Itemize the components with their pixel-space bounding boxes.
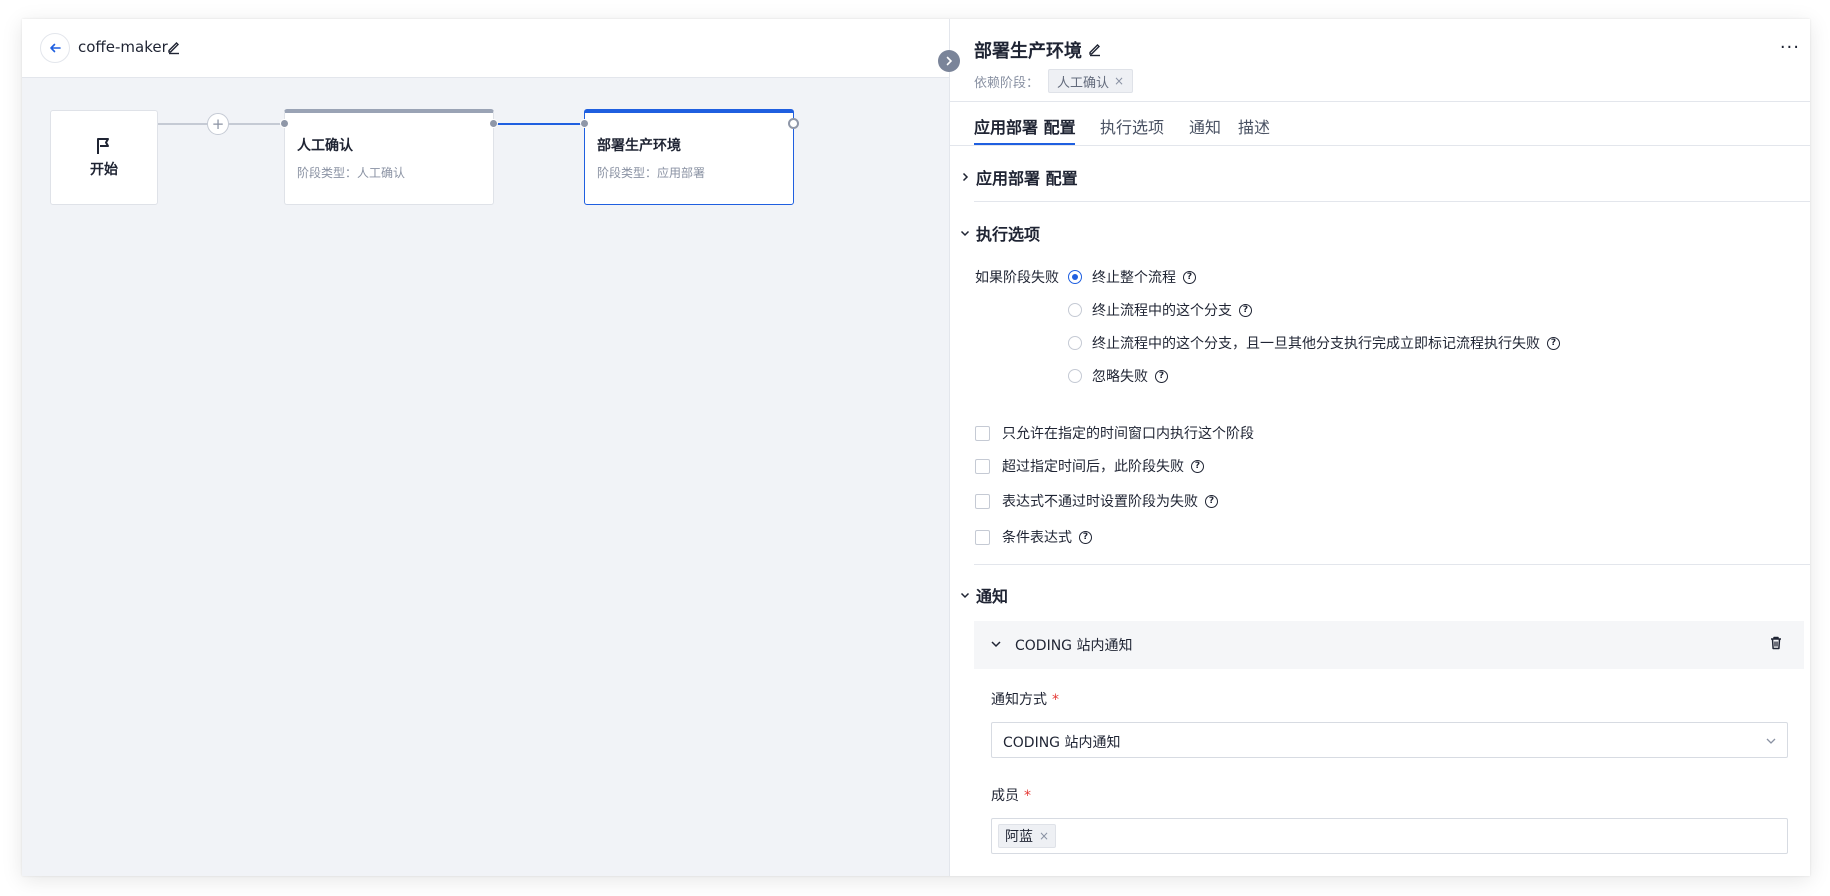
on-failure-label: 如果阶段失败 [975, 270, 1059, 286]
checkbox[interactable] [975, 529, 990, 545]
radio-abort-branch-mark-fail[interactable]: 终止流程中的这个分支，且一旦其他分支执行完成立即标记流程执行失败 ? [1068, 333, 1560, 353]
notify-method-value: CODING 站内通知 [1003, 735, 1121, 751]
checkbox[interactable] [975, 458, 990, 474]
radio-abort-branch[interactable]: 终止流程中的这个分支 ? [1068, 300, 1252, 320]
stage-node-manual-confirm[interactable]: 人工确认 阶段类型：人工确认 [284, 109, 494, 205]
edge-stage1-to-stage2 [494, 123, 584, 125]
chevron-right-icon [962, 172, 969, 182]
chevron-down-icon [960, 592, 970, 599]
radio-button[interactable] [1068, 336, 1082, 350]
section-deploy-config[interactable]: 应用部署 配置 [960, 165, 1078, 189]
help-icon[interactable]: ? [1155, 369, 1168, 383]
radio-button[interactable] [1068, 270, 1082, 284]
radio-ignore-failure[interactable]: 忽略失败 ? [1068, 366, 1168, 386]
help-icon[interactable]: ? [1239, 303, 1252, 317]
help-icon[interactable]: ? [1183, 270, 1196, 284]
stage-type: 阶段类型：人工确认 [297, 166, 406, 180]
help-icon[interactable]: ? [1191, 459, 1204, 473]
radio-button[interactable] [1068, 303, 1082, 317]
stage-settings-panel: 部署生产环境 ··· 依赖阶段： 人工确认 × 应用部署 配置 执行选项 通知 … [949, 19, 1810, 876]
remove-dependency-icon[interactable]: × [1114, 74, 1124, 88]
dependency-tag-label: 人工确认 [1057, 75, 1110, 91]
more-options-button[interactable]: ··· [1780, 37, 1800, 58]
tab-description[interactable]: 描述 [1238, 114, 1270, 138]
checkbox[interactable] [975, 493, 990, 509]
start-node-label: 开始 [90, 162, 118, 178]
chevron-down-icon [960, 230, 970, 237]
divider [974, 201, 1810, 202]
member-name: 阿蓝 [1005, 829, 1033, 845]
checkbox-condition-expression[interactable]: 条件表达式 ? [975, 527, 1092, 547]
section-exec-options[interactable]: 执行选项 [960, 221, 1040, 245]
chevron-down-icon [1766, 738, 1776, 744]
dependency-label: 依赖阶段： [974, 76, 1040, 91]
collapse-panel-button[interactable] [938, 50, 960, 72]
radio-button[interactable] [1068, 369, 1082, 383]
tab-notify[interactable]: 通知 [1189, 114, 1221, 138]
stage-title: 人工确认 [297, 138, 353, 154]
flag-icon [97, 138, 109, 154]
project-name: coffe-maker [78, 38, 168, 56]
tab-exec-options[interactable]: 执行选项 [1100, 114, 1164, 138]
panel-title: 部署生产环境 [974, 41, 1082, 62]
notify-card-header[interactable]: CODING 站内通知 [974, 621, 1804, 669]
app-window: coffe-maker + 开始 人工确认 阶段类型：人工确认 部署生产环境 阶… [22, 19, 1810, 876]
stage1-input-port[interactable] [280, 119, 289, 128]
pipeline-canvas[interactable]: coffe-maker + 开始 人工确认 阶段类型：人工确认 部署生产环境 阶… [22, 19, 949, 876]
help-icon[interactable]: ? [1079, 530, 1092, 544]
edit-name-icon[interactable] [166, 39, 182, 55]
help-icon[interactable]: ? [1547, 336, 1560, 350]
top-bar: coffe-maker [22, 19, 949, 78]
checkbox-expression-fail[interactable]: 表达式不通过时设置阶段为失败 ? [975, 491, 1218, 511]
arrow-left-icon [50, 43, 61, 53]
active-tab-indicator [974, 143, 1075, 145]
panel-tabs: 应用部署 配置 执行选项 通知 描述 [950, 101, 1810, 146]
members-label: 成员 * [991, 788, 1031, 804]
chevron-right-icon [946, 56, 953, 66]
stage2-input-port[interactable] [580, 119, 589, 128]
stage-title: 部署生产环境 [597, 138, 681, 154]
required-mark: * [1052, 692, 1059, 708]
checkbox[interactable] [975, 425, 990, 441]
help-icon[interactable]: ? [1205, 494, 1218, 508]
chevron-down-icon [991, 641, 1001, 648]
start-node[interactable]: 开始 [50, 110, 158, 205]
edit-title-icon[interactable] [1087, 41, 1103, 57]
tab-deploy-config[interactable]: 应用部署 配置 [974, 114, 1076, 138]
trash-icon[interactable] [1768, 635, 1784, 651]
member-tag: 阿蓝 × [998, 824, 1057, 848]
checkbox-timeout[interactable]: 超过指定时间后，此阶段失败 ? [975, 456, 1204, 476]
remove-member-icon[interactable]: × [1039, 829, 1049, 843]
stage1-output-port[interactable] [489, 119, 498, 128]
stage2-output-port[interactable] [788, 118, 799, 129]
members-input[interactable]: 阿蓝 × [991, 818, 1788, 854]
notify-card-title: CODING 站内通知 [1015, 638, 1133, 654]
divider [974, 564, 1810, 565]
stage-node-deploy-production[interactable]: 部署生产环境 阶段类型：应用部署 [584, 109, 794, 205]
required-mark: * [1024, 788, 1031, 804]
notify-method-select[interactable]: CODING 站内通知 [991, 722, 1788, 758]
checkbox-time-window[interactable]: 只允许在指定的时间窗口内执行这个阶段 [975, 423, 1254, 443]
notify-method-label: 通知方式 * [991, 692, 1059, 708]
dependency-tag: 人工确认 × [1048, 69, 1134, 93]
section-notify[interactable]: 通知 [960, 583, 1008, 607]
add-stage-button[interactable]: + [207, 113, 229, 135]
back-button[interactable] [40, 33, 70, 63]
stage-type: 阶段类型：应用部署 [597, 166, 706, 180]
radio-abort-pipeline[interactable]: 终止整个流程 ? [1068, 267, 1196, 287]
